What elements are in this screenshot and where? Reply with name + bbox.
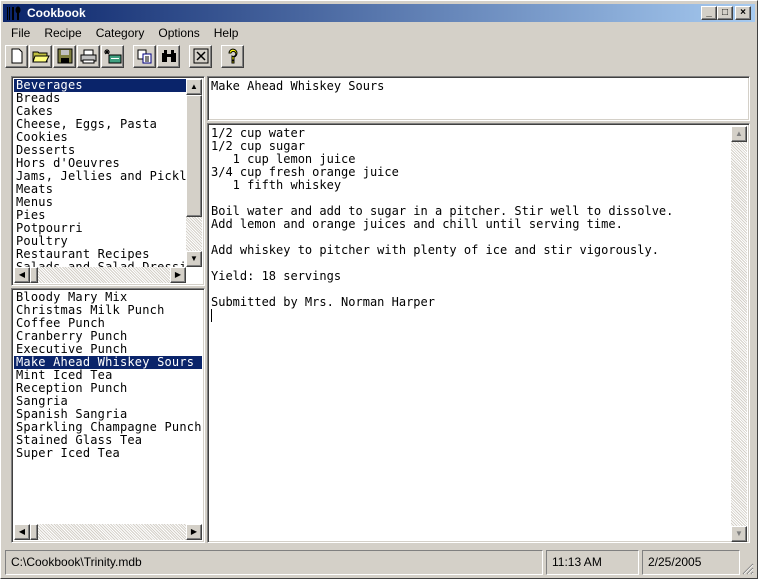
menu-help[interactable]: Help [206,24,245,42]
title-bar[interactable]: Cookbook _ □ × [3,4,755,22]
copy-icon [137,49,151,63]
scroll-left-button[interactable]: ◀ [14,524,30,540]
scroll-up-button[interactable]: ▲ [731,126,747,142]
scroll-thumb[interactable] [30,524,38,540]
maximize-icon: □ [721,7,729,18]
category-item[interactable]: Breads [14,92,186,105]
status-date: 2/25/2005 [642,550,740,575]
recipe-item[interactable]: Sparkling Champagne Punch [14,421,202,434]
status-path: C:\Cookbook\Trinity.mdb [5,550,543,575]
menu-category[interactable]: Category [88,24,151,42]
new-recipe-button[interactable] [101,44,124,68]
close-button[interactable]: × [735,6,751,20]
category-item[interactable]: Potpourri [14,222,186,235]
category-item[interactable]: Desserts [14,144,186,157]
recipe-item[interactable]: Make Ahead Whiskey Sours [14,356,202,369]
recipe-title-field[interactable]: Make Ahead Whiskey Sours [207,76,750,121]
recipe-item[interactable]: Bloody Mary Mix [14,291,202,304]
category-item[interactable]: Jams, Jellies and Pickles [14,170,186,183]
recipe-item[interactable]: Spanish Sangria [14,408,202,421]
recipe-item[interactable]: Christmas Milk Punch [14,304,202,317]
toolbar [5,43,245,69]
status-time: 11:13 AM [546,550,639,575]
category-item[interactable]: Cakes [14,105,186,118]
save-icon [57,48,72,64]
scroll-up-button[interactable]: ▲ [186,79,202,95]
recipe-body: 1/2 cup water 1/2 cup sugar 1 cup lemon … [211,126,674,309]
recipe-item[interactable]: Cranberry Punch [14,330,202,343]
minimize-icon: _ [706,7,712,18]
open-folder-icon [31,51,50,62]
recipe-hscrollbar[interactable]: ◀ ▶ [14,524,202,540]
menu-options[interactable]: Options [150,24,205,42]
recipe-body-field[interactable]: 1/2 cup water 1/2 cup sugar 1 cup lemon … [207,123,750,543]
recipe-body-vscrollbar[interactable]: ▲ ▼ [731,126,747,542]
category-list[interactable]: Beverages Breads Cakes Cheese, Eggs, Pasta C… [11,76,205,286]
new-icon [11,48,22,64]
close-icon: × [740,7,746,18]
scroll-left-button[interactable]: ◀ [14,267,30,283]
print-button[interactable] [77,44,100,68]
recipe-title: Make Ahead Whiskey Sours [211,79,385,93]
cookbook-window: Cookbook _ □ × File Recipe Category Opti… [0,0,758,579]
menu-recipe[interactable]: Recipe [36,24,87,42]
delete-button[interactable] [189,44,212,68]
new-recipe-icon [103,48,121,63]
recipe-item[interactable]: Sangria [14,395,202,408]
text-cursor [211,309,212,322]
recipe-list[interactable]: Bloody Mary Mix Christmas Milk Punch Coffe… [11,288,205,543]
scroll-down-button[interactable]: ▼ [731,526,747,542]
category-item[interactable]: Meats [14,183,186,196]
recipe-item[interactable]: Reception Punch [14,382,202,395]
delete-icon [193,48,208,64]
find-button[interactable] [157,44,180,68]
new-button[interactable] [5,44,28,68]
category-hscrollbar[interactable]: ◀ ▶ [14,267,186,283]
resize-grip-icon[interactable] [742,563,754,575]
recipe-item[interactable]: Stained Glass Tea [14,434,202,447]
find-binoculars-icon [161,50,176,62]
scroll-thumb[interactable] [30,267,38,283]
help-icon [227,48,237,63]
copy-button[interactable] [133,44,156,68]
recipe-item[interactable]: Coffee Punch [14,317,202,330]
print-icon [80,49,97,63]
help-button[interactable] [221,44,244,68]
menu-file[interactable]: File [3,24,36,42]
save-button[interactable] [53,44,76,68]
open-button[interactable] [29,44,52,68]
category-item[interactable]: Cookies [14,131,186,144]
category-list-items: Beverages Breads Cakes Cheese, Eggs, Pasta C… [14,79,186,267]
scroll-down-button[interactable]: ▼ [186,251,202,267]
cutlery-icon [6,5,24,21]
window-title: Cookbook [27,6,86,20]
scroll-right-button[interactable]: ▶ [170,267,186,283]
recipe-item[interactable]: Mint Iced Tea [14,369,202,382]
category-item[interactable]: Beverages [14,79,186,92]
scroll-right-button[interactable]: ▶ [186,524,202,540]
minimize-button[interactable]: _ [701,6,717,20]
category-item[interactable]: Menus [14,196,186,209]
recipe-item[interactable]: Executive Punch [14,343,202,356]
category-item[interactable]: Pies [14,209,186,222]
category-item[interactable]: Hors d'Oeuvres [14,157,186,170]
category-vscrollbar[interactable]: ▲ ▼ [186,79,202,267]
maximize-button[interactable]: □ [717,6,733,20]
scroll-thumb[interactable] [186,95,202,217]
menu-bar: File Recipe Category Options Help [3,24,244,42]
recipe-list-items: Bloody Mary Mix Christmas Milk Punch Coffe… [14,291,202,523]
category-item[interactable]: Poultry [14,235,186,248]
category-item[interactable]: Cheese, Eggs, Pasta [14,118,186,131]
recipe-item[interactable]: Super Iced Tea [14,447,202,460]
category-item[interactable]: Restaurant Recipes [14,248,186,261]
